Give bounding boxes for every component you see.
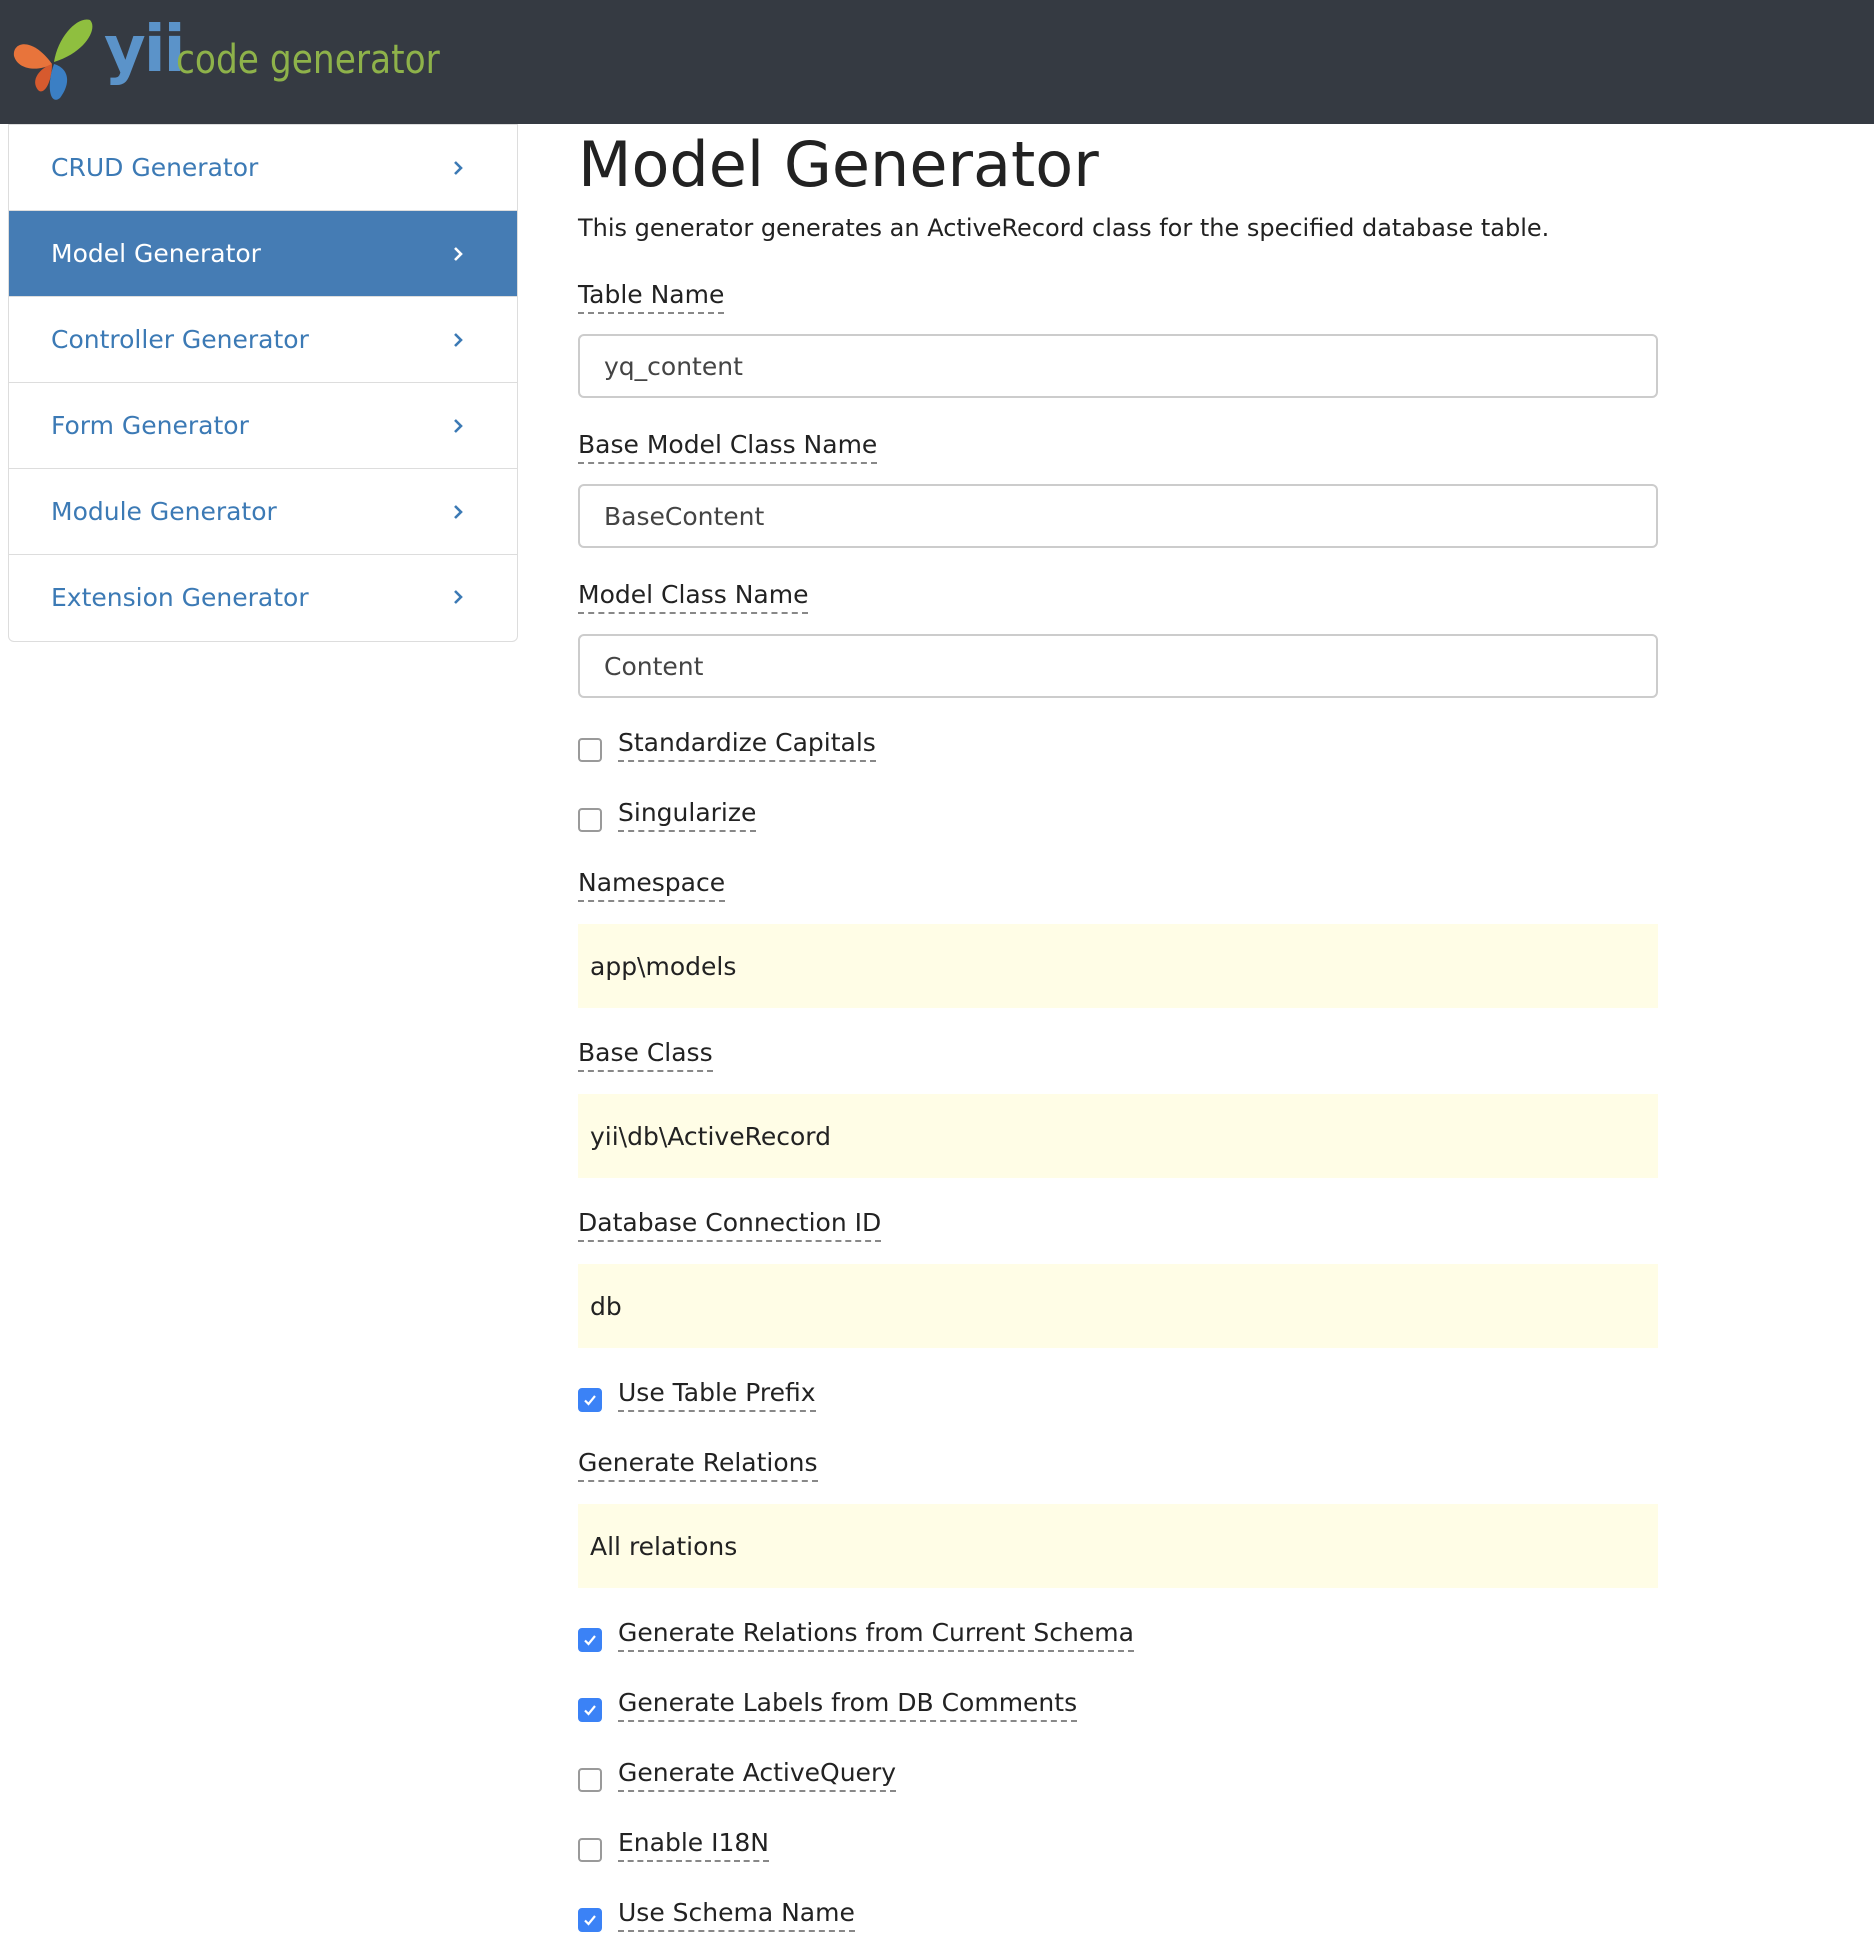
checkmark-icon <box>584 1395 596 1406</box>
sidebar-item-label: Controller Generator <box>51 325 309 354</box>
labels-from-db-label[interactable]: Generate Labels from DB Comments <box>618 1688 1078 1722</box>
generate-relations-label[interactable]: Generate Relations <box>578 1448 818 1482</box>
relations-current-schema-checkbox[interactable] <box>578 1628 602 1652</box>
sidebar-item-controller-generator[interactable]: Controller Generator <box>9 297 517 383</box>
use-schema-name-label[interactable]: Use Schema Name <box>618 1898 855 1932</box>
use-table-prefix-checkbox[interactable] <box>578 1388 602 1412</box>
page-description: This generator generates an ActiveRecord… <box>578 214 1550 242</box>
namespace-label[interactable]: Namespace <box>578 868 726 902</box>
checkmark-icon <box>584 1635 596 1646</box>
chevron-right-icon <box>454 504 463 519</box>
sidebar-item-label: Model Generator <box>51 239 261 268</box>
page-title: Model Generator <box>578 128 1099 201</box>
base-model-class-label[interactable]: Base Model Class Name <box>578 430 878 464</box>
sidebar-item-extension-generator[interactable]: Extension Generator <box>9 555 517 639</box>
sidebar-item-label: Module Generator <box>51 497 277 526</box>
active-query-checkbox[interactable] <box>578 1768 602 1792</box>
brand-subtitle[interactable]: code generator <box>176 40 440 80</box>
sidebar-item-module-generator[interactable]: Module Generator <box>9 469 517 555</box>
namespace-sticky-value[interactable]: app\models <box>578 924 1658 1008</box>
use-schema-name-checkbox[interactable] <box>578 1908 602 1932</box>
singularize-label[interactable]: Singularize <box>618 798 757 832</box>
checkmark-icon <box>584 1705 596 1716</box>
chevron-right-icon <box>454 590 463 604</box>
table-name-label[interactable]: Table Name <box>578 280 725 314</box>
sidebar-item-label: Form Generator <box>51 411 249 440</box>
labels-from-db-checkbox[interactable] <box>578 1698 602 1722</box>
generator-sidebar: CRUD Generator Model Generator Controlle… <box>8 124 518 642</box>
db-connection-label[interactable]: Database Connection ID <box>578 1208 882 1242</box>
standardize-capitals-checkbox[interactable] <box>578 738 602 762</box>
standardize-capitals-label[interactable]: Standardize Capitals <box>618 728 876 762</box>
sidebar-item-form-generator[interactable]: Form Generator <box>9 383 517 469</box>
generate-relations-sticky-value[interactable]: All relations <box>578 1504 1658 1588</box>
top-navbar: yii code generator <box>0 0 1874 124</box>
chevron-right-icon <box>454 418 463 433</box>
base-class-label[interactable]: Base Class <box>578 1038 713 1072</box>
sidebar-item-crud-generator[interactable]: CRUD Generator <box>9 125 517 211</box>
checkmark-icon <box>584 1915 596 1926</box>
base-class-sticky-value[interactable]: yii\db\ActiveRecord <box>578 1094 1658 1178</box>
sidebar-item-label: Extension Generator <box>51 582 309 612</box>
yii-butterfly-logo-icon[interactable] <box>12 16 96 104</box>
model-class-input[interactable]: Content <box>578 634 1658 698</box>
table-name-input[interactable]: yq_content <box>578 334 1658 398</box>
chevron-right-icon <box>454 332 463 347</box>
chevron-right-icon <box>454 160 463 175</box>
active-query-label[interactable]: Generate ActiveQuery <box>618 1758 897 1792</box>
relations-current-schema-label[interactable]: Generate Relations from Current Schema <box>618 1618 1134 1652</box>
sidebar-item-label: CRUD Generator <box>51 153 259 182</box>
sidebar-item-model-generator[interactable]: Model Generator <box>9 211 517 297</box>
enable-i18n-checkbox[interactable] <box>578 1838 602 1862</box>
model-class-label[interactable]: Model Class Name <box>578 580 809 614</box>
chevron-right-icon <box>454 246 463 261</box>
singularize-checkbox[interactable] <box>578 808 602 832</box>
db-connection-sticky-value[interactable]: db <box>578 1264 1658 1348</box>
base-model-class-input[interactable]: BaseContent <box>578 484 1658 548</box>
use-table-prefix-label[interactable]: Use Table Prefix <box>618 1378 816 1412</box>
enable-i18n-label[interactable]: Enable I18N <box>618 1828 769 1862</box>
brand-yii-text[interactable]: yii <box>104 18 186 82</box>
